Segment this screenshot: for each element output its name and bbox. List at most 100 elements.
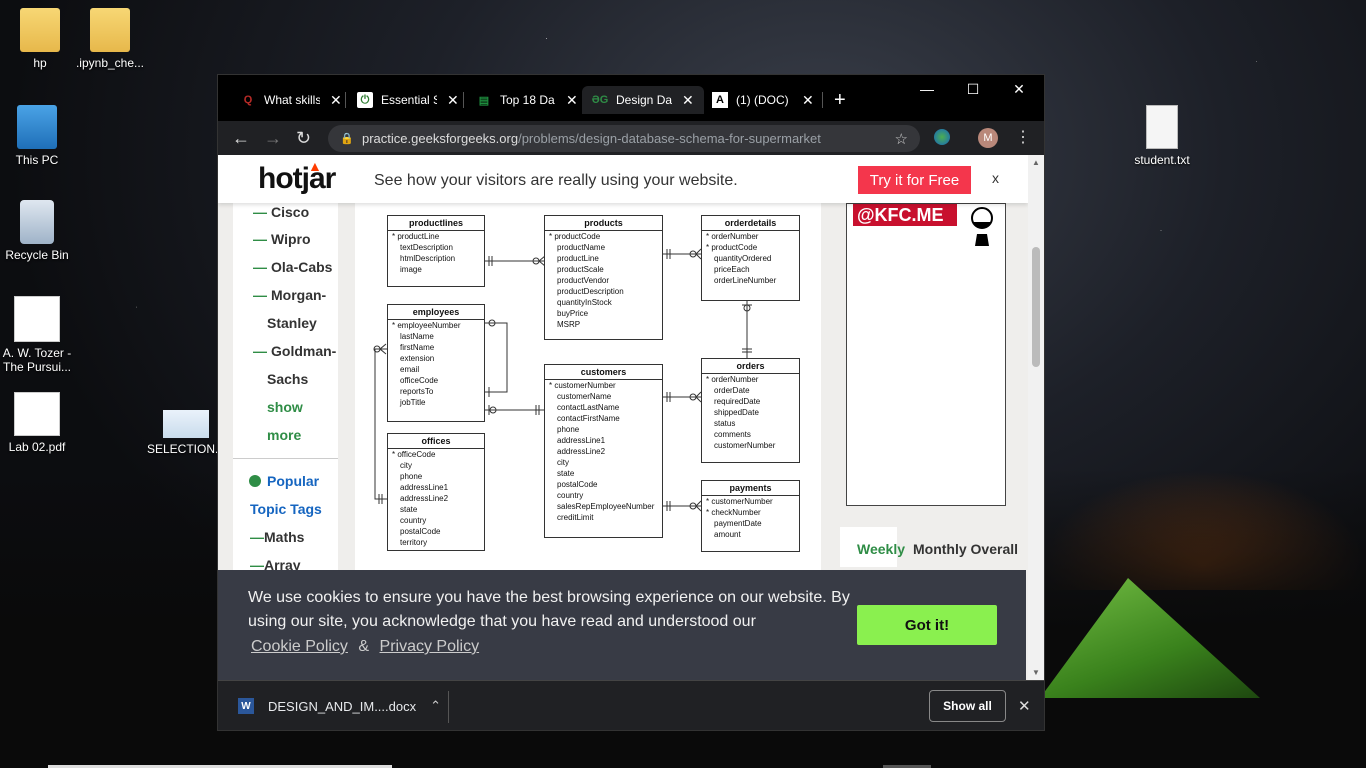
scroll-up-icon[interactable]: ▲	[1032, 158, 1040, 167]
entity-field: quantityOrdered	[714, 254, 772, 263]
url-path: /problems/design-database-schema-for-sup…	[518, 131, 821, 146]
desktop-icon-recycle-bin[interactable]: Recycle Bin	[0, 200, 77, 262]
company-label: Goldman-	[271, 343, 337, 359]
show-all-button[interactable]: Show all	[929, 690, 1006, 722]
scroll-thumb[interactable]	[1032, 247, 1040, 367]
company-wipro[interactable]: — Wipro	[253, 225, 336, 253]
scroll-down-icon[interactable]: ▼	[1032, 668, 1040, 677]
user-folder-icon	[20, 8, 60, 52]
entity-field: comments	[714, 430, 751, 439]
entity-field: territory	[400, 538, 428, 547]
tab-separator	[822, 92, 823, 108]
tab-separator	[345, 92, 346, 108]
close-tab-icon[interactable]: ✕	[566, 92, 578, 109]
forward-icon[interactable]: →	[264, 128, 282, 149]
tab-monthly-overall[interactable]: Monthly Overall	[913, 541, 1018, 557]
chevron-up-icon[interactable]: ⌃	[430, 698, 441, 714]
download-shelf: W DESIGN_AND_IM....docx ⌃ Show all ✕	[218, 680, 1044, 730]
profile-avatar[interactable]: M	[978, 128, 998, 148]
company-cisco[interactable]: — Cisco	[253, 203, 336, 225]
new-tab-button[interactable]: +	[834, 89, 846, 112]
privacy-policy-link[interactable]: Privacy Policy	[380, 638, 480, 655]
desktop-icon-selection[interactable]: SELECTION...	[146, 410, 226, 456]
desktop-icon-hp[interactable]: hp	[0, 8, 80, 70]
url-host: practice.geeksforgeeks.org	[362, 131, 519, 146]
hotjar-close-button[interactable]: x	[992, 170, 999, 186]
tab-essential[interactable]: ⏻ Essential S ✕	[357, 86, 459, 114]
dash-icon: —	[253, 287, 267, 303]
entity-title: products	[545, 216, 662, 231]
tab-title: (1) (DOC)	[736, 93, 789, 107]
desktop-icon-ipynb[interactable]: .ipynb_che...	[70, 8, 150, 70]
show-more-link-cont[interactable]: more	[253, 421, 336, 449]
ad-banner-text: @KFC.ME	[853, 204, 957, 226]
entity-field: textDescription	[400, 243, 453, 252]
close-tab-icon[interactable]: ✕	[802, 92, 814, 109]
entity-field: priceEach	[714, 265, 750, 274]
extension-icon[interactable]	[934, 129, 950, 145]
company-ola-cabs[interactable]: — Ola-Cabs	[253, 253, 336, 281]
got-it-button[interactable]: Got it!	[857, 605, 997, 645]
close-download-shelf-icon[interactable]: ✕	[1018, 697, 1031, 715]
maximize-icon[interactable]: ☐	[950, 81, 996, 98]
desktop-icon-label: This PC	[15, 153, 59, 167]
flame-icon: ▲	[308, 158, 322, 174]
reload-icon[interactable]: ↻	[296, 128, 311, 149]
power-icon: ⏻	[357, 92, 373, 108]
company-morgan-stanley-cont[interactable]: Stanley	[253, 309, 336, 337]
quora-icon: Q	[243, 94, 253, 106]
download-item[interactable]: W DESIGN_AND_IM....docx ⌃	[238, 698, 441, 714]
sheet-icon: ▤	[478, 94, 490, 107]
tab-weekly[interactable]: Weekly	[840, 527, 905, 567]
download-filename: DESIGN_AND_IM....docx	[268, 698, 417, 714]
close-window-icon[interactable]: ✕	[996, 81, 1042, 98]
bookmark-star-icon[interactable]: ☆	[895, 130, 908, 148]
colonel-logo-icon	[971, 207, 993, 246]
entity-field: firstName	[400, 343, 435, 352]
tab-design-database[interactable]: ƏG Design Da ✕	[582, 86, 704, 114]
topic-maths[interactable]: —Maths	[233, 529, 322, 557]
company-label: Sachs	[267, 371, 309, 387]
tab-top18[interactable]: ▤ Top 18 Da ✕	[476, 86, 578, 114]
company-goldman-sachs-cont[interactable]: Sachs	[253, 365, 336, 393]
entity-title: payments	[702, 481, 799, 496]
entity-title: customers	[545, 365, 662, 380]
entity-field: contactLastName	[557, 403, 620, 412]
entity-field: orderLineNumber	[714, 276, 777, 285]
try-free-button[interactable]: Try it for Free	[858, 166, 971, 194]
popular-topic-tags[interactable]: Popular Topic Tags —Maths —Array	[233, 473, 322, 585]
entity-title: employees	[388, 305, 484, 320]
popular-label: Popular	[267, 473, 320, 489]
company-goldman-sachs[interactable]: — Goldman-	[253, 337, 336, 365]
entity-field: buyPrice	[557, 309, 589, 318]
menu-kebab-icon[interactable]: ⋮	[1015, 127, 1031, 147]
tab-title: Essential S	[381, 93, 437, 107]
desktop-icon-tozer[interactable]: A. W. Tozer - The Pursui...	[0, 296, 77, 374]
desktop-icon-student-txt[interactable]: student.txt	[1122, 105, 1202, 167]
close-tab-icon[interactable]: ✕	[682, 92, 694, 109]
hotjar-logo[interactable]: hotjar ▲	[258, 158, 336, 196]
entity-field: email	[400, 365, 420, 374]
company-morgan-stanley[interactable]: — Morgan-	[253, 281, 336, 309]
hotjar-logo-text: hotjar	[258, 162, 336, 195]
back-icon[interactable]: ←	[232, 128, 250, 149]
minimize-icon[interactable]: —	[904, 81, 950, 97]
address-bar[interactable]: 🔒 practice.geeksforgeeks.org/problems/de…	[328, 125, 920, 152]
desktop-icon-this-pc[interactable]: This PC	[0, 105, 77, 167]
entity-payments: payments customerNumber checkNumber paym…	[701, 480, 800, 552]
advertisement[interactable]: @KFC.ME	[846, 203, 1006, 506]
tab-quora[interactable]: Q What skills ✕	[240, 86, 342, 114]
entity-title: productlines	[388, 216, 484, 231]
cookie-policy-link[interactable]: Cookie Policy	[251, 638, 348, 655]
show-more-link[interactable]: show	[253, 393, 336, 421]
page-scrollbar[interactable]: ▲ ▼	[1028, 155, 1044, 680]
entity-title: orderdetails	[702, 216, 799, 231]
entity-field: lastName	[400, 332, 434, 341]
tab-doc[interactable]: A (1) (DOC) ✕	[712, 86, 814, 114]
company-label: Wipro	[271, 231, 311, 247]
desktop-icon-lab02[interactable]: Lab 02.pdf	[0, 392, 77, 454]
close-tab-icon[interactable]: ✕	[447, 92, 459, 109]
entity-field: officeCode	[388, 449, 484, 460]
desktop-icon-label: hp	[33, 56, 47, 70]
close-tab-icon[interactable]: ✕	[330, 92, 342, 109]
